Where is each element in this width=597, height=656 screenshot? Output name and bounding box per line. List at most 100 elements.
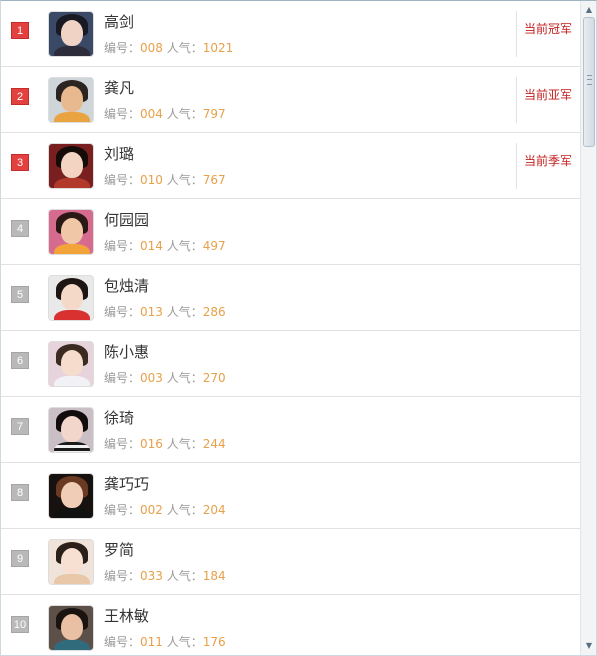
contestant-name[interactable]: 罗简 bbox=[104, 539, 134, 560]
avatar[interactable] bbox=[48, 407, 94, 453]
list-item[interactable]: 6 陈小惠 编号：003 人气：270 bbox=[1, 331, 581, 397]
rank-badge: 5 bbox=[11, 286, 29, 303]
contestant-name[interactable]: 龚凡 bbox=[104, 77, 134, 98]
contestant-name[interactable]: 陈小惠 bbox=[104, 341, 149, 362]
contestant-meta: 编号：008 人气：1021 bbox=[104, 39, 233, 56]
id-value: 016 bbox=[140, 437, 163, 451]
list-item[interactable]: 5 包烛清 编号：013 人气：286 bbox=[1, 265, 581, 331]
contestant-name[interactable]: 何园园 bbox=[104, 209, 149, 230]
divider bbox=[516, 11, 517, 57]
popularity-label: 人气： bbox=[166, 569, 203, 583]
standing-badge: 当前季军 bbox=[524, 154, 573, 168]
rank-badge: 7 bbox=[11, 418, 29, 435]
popularity-label: 人气： bbox=[166, 41, 203, 55]
rank-badge: 4 bbox=[11, 220, 29, 237]
popularity-label: 人气： bbox=[166, 107, 203, 121]
id-value: 033 bbox=[140, 569, 163, 583]
id-label: 编号： bbox=[104, 305, 141, 319]
rank-badge: 6 bbox=[11, 352, 29, 369]
popularity-label: 人气： bbox=[166, 239, 203, 253]
popularity-label: 人气： bbox=[166, 173, 203, 187]
id-value: 010 bbox=[140, 173, 163, 187]
divider bbox=[516, 77, 517, 123]
scroll-up-arrow-icon[interactable]: ▲ bbox=[582, 3, 596, 17]
id-label: 编号： bbox=[104, 239, 141, 253]
rank-badge: 2 bbox=[11, 88, 29, 105]
contestant-name[interactable]: 高剑 bbox=[104, 11, 134, 32]
id-label: 编号： bbox=[104, 635, 141, 649]
popularity-label: 人气： bbox=[166, 635, 203, 649]
popularity-value: 1021 bbox=[202, 41, 234, 55]
scroll-down-arrow-icon[interactable]: ▼ bbox=[582, 639, 596, 653]
contestant-name[interactable]: 龚巧巧 bbox=[104, 473, 149, 494]
id-value: 008 bbox=[140, 41, 163, 55]
avatar[interactable] bbox=[48, 11, 94, 57]
id-value: 013 bbox=[140, 305, 163, 319]
id-label: 编号： bbox=[104, 107, 141, 121]
list-item[interactable]: 2 龚凡 编号：004 人气：797 当前亚军 bbox=[1, 67, 581, 133]
contestant-name[interactable]: 王林敏 bbox=[104, 605, 149, 626]
grip-icon bbox=[587, 75, 592, 85]
avatar[interactable] bbox=[48, 341, 94, 387]
popularity-value: 797 bbox=[202, 107, 226, 121]
popularity-value: 270 bbox=[202, 371, 226, 385]
ranking-list: 1 高剑 编号：008 人气：1021 当前冠军 2 龚凡 编号：004 人气：… bbox=[1, 1, 581, 655]
divider bbox=[516, 143, 517, 189]
avatar[interactable] bbox=[48, 275, 94, 321]
rank-badge: 10 bbox=[11, 616, 29, 633]
avatar[interactable] bbox=[48, 539, 94, 585]
popularity-value: 176 bbox=[202, 635, 226, 649]
popularity-label: 人气： bbox=[166, 437, 203, 451]
list-item[interactable]: 9 罗简 编号：033 人气：184 bbox=[1, 529, 581, 595]
id-value: 004 bbox=[140, 107, 163, 121]
id-label: 编号： bbox=[104, 569, 141, 583]
standing-badge: 当前冠军 bbox=[524, 22, 573, 36]
list-item[interactable]: 7 徐琦 编号：016 人气：244 bbox=[1, 397, 581, 463]
list-item[interactable]: 1 高剑 编号：008 人气：1021 当前冠军 bbox=[1, 1, 581, 67]
contestant-name[interactable]: 刘璐 bbox=[104, 143, 134, 164]
scrollbar-thumb[interactable] bbox=[583, 17, 595, 147]
contestant-meta: 编号：003 人气：270 bbox=[104, 369, 226, 386]
popularity-value: 184 bbox=[202, 569, 226, 583]
popularity-label: 人气： bbox=[166, 305, 203, 319]
contestant-meta: 编号：013 人气：286 bbox=[104, 303, 226, 320]
rank-badge: 1 bbox=[11, 22, 29, 39]
list-item[interactable]: 8 龚巧巧 编号：002 人气：204 bbox=[1, 463, 581, 529]
contestant-meta: 编号：033 人气：184 bbox=[104, 567, 226, 584]
id-value: 011 bbox=[140, 635, 163, 649]
popularity-value: 244 bbox=[202, 437, 226, 451]
contestant-name[interactable]: 包烛清 bbox=[104, 275, 149, 296]
popularity-value: 286 bbox=[202, 305, 226, 319]
avatar[interactable] bbox=[48, 77, 94, 123]
rank-badge: 3 bbox=[11, 154, 29, 171]
contestant-meta: 编号：004 人气：797 bbox=[104, 105, 226, 122]
vertical-scrollbar[interactable]: ▲ ▼ bbox=[580, 1, 596, 655]
popularity-value: 497 bbox=[202, 239, 226, 253]
contestant-meta: 编号：014 人气：497 bbox=[104, 237, 226, 254]
id-label: 编号： bbox=[104, 371, 141, 385]
contestant-name[interactable]: 徐琦 bbox=[104, 407, 134, 428]
id-value: 003 bbox=[140, 371, 163, 385]
rank-badge: 9 bbox=[11, 550, 29, 567]
avatar[interactable] bbox=[48, 143, 94, 189]
popularity-label: 人气： bbox=[166, 371, 203, 385]
list-item[interactable]: 4 何园园 编号：014 人气：497 bbox=[1, 199, 581, 265]
contestant-meta: 编号：016 人气：244 bbox=[104, 435, 226, 452]
contestant-meta: 编号：011 人气：176 bbox=[104, 633, 226, 650]
contestant-meta: 编号：010 人气：767 bbox=[104, 171, 226, 188]
id-label: 编号： bbox=[104, 41, 141, 55]
contestant-meta: 编号：002 人气：204 bbox=[104, 501, 226, 518]
id-label: 编号： bbox=[104, 503, 141, 517]
rank-badge: 8 bbox=[11, 484, 29, 501]
ranking-panel: 1 高剑 编号：008 人气：1021 当前冠军 2 龚凡 编号：004 人气：… bbox=[0, 0, 597, 656]
id-value: 002 bbox=[140, 503, 163, 517]
avatar[interactable] bbox=[48, 605, 94, 651]
id-label: 编号： bbox=[104, 437, 141, 451]
list-item[interactable]: 3 刘璐 编号：010 人气：767 当前季军 bbox=[1, 133, 581, 199]
list-item[interactable]: 10 王林敏 编号：011 人气：176 bbox=[1, 595, 581, 655]
avatar[interactable] bbox=[48, 473, 94, 519]
popularity-label: 人气： bbox=[166, 503, 203, 517]
avatar[interactable] bbox=[48, 209, 94, 255]
id-value: 014 bbox=[140, 239, 163, 253]
popularity-value: 767 bbox=[202, 173, 226, 187]
